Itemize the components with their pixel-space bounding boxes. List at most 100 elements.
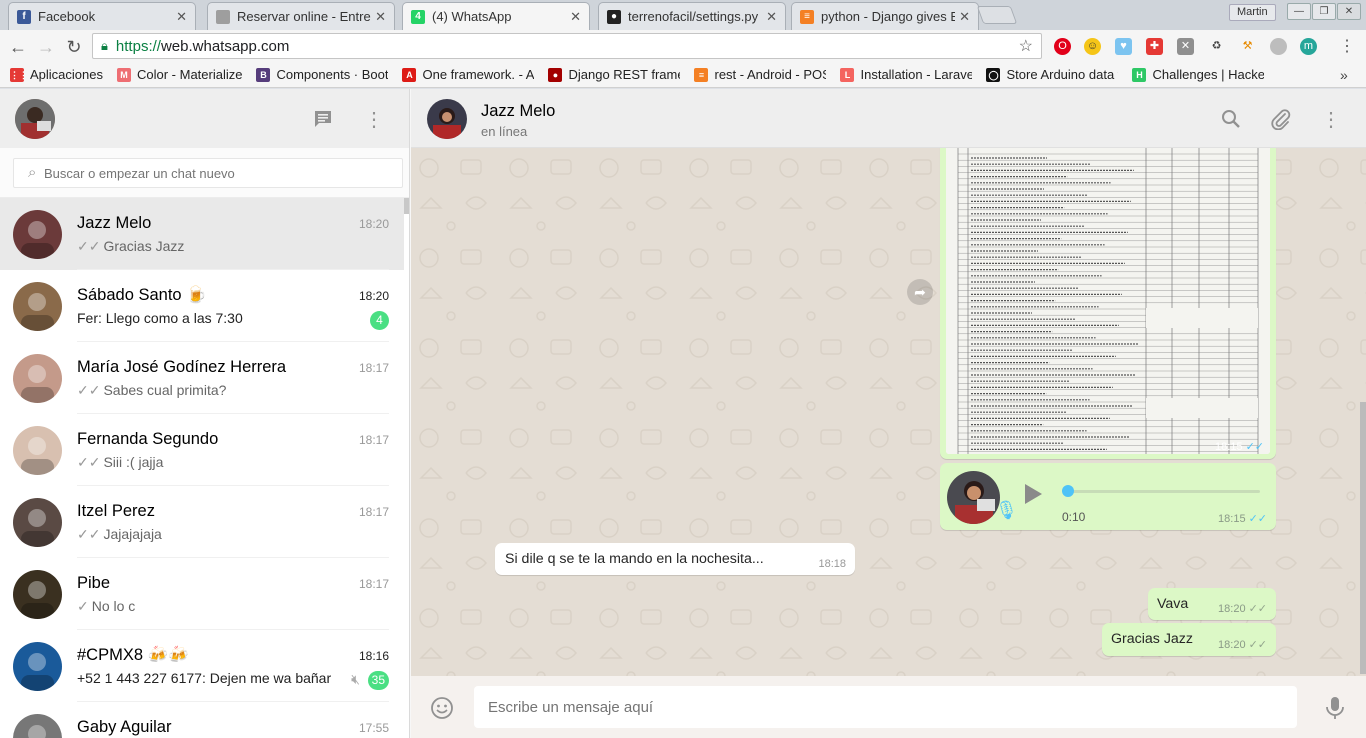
search-messages-icon[interactable] (1219, 107, 1243, 131)
document-photo[interactable] (946, 148, 1270, 454)
message-input-box[interactable] (474, 686, 1297, 728)
chat-name: Fernanda Segundo (77, 430, 219, 448)
audio-progress-track[interactable] (1068, 490, 1260, 493)
chat-last-message-text: +52 1 443 227 6177: Dejen me wa bañar (77, 670, 332, 686)
chat-time: 18:17 (358, 577, 389, 591)
close-tab-icon[interactable]: ✕ (375, 9, 386, 25)
contact-avatar[interactable] (427, 99, 467, 139)
chat-item-body: Itzel Perez 18:17 ✓✓ Jajajajaja (77, 486, 389, 558)
forward-message-icon[interactable]: ➦ (907, 279, 933, 305)
search-box[interactable]: ⌕ (13, 158, 403, 188)
delivered-ticks-icon: ✓✓ (77, 382, 101, 398)
outgoing-message[interactable]: Gracias Jazz 18:20 ✓✓ (1102, 623, 1276, 656)
more-bookmarks-button[interactable]: » (1340, 67, 1348, 83)
my-profile-avatar[interactable] (15, 99, 55, 139)
close-tab-icon[interactable]: ✕ (176, 9, 187, 25)
address-bar[interactable]: 🔒︎ https:// web.whatsapp.com ☆ (92, 33, 1042, 59)
message-input[interactable] (488, 698, 1268, 716)
chat-extension-icon[interactable] (1270, 38, 1287, 55)
bookmark-star-icon[interactable]: ☆ (1019, 36, 1033, 56)
bookmark-item[interactable]: ≡ rest - Android - POST (694, 67, 826, 82)
new-tab-button[interactable] (976, 6, 1018, 24)
puzzle-extension-icon[interactable]: ✚ (1146, 38, 1163, 55)
close-tab-icon[interactable]: ✕ (766, 9, 777, 25)
chat-avatar (13, 210, 62, 259)
lock-icon: 🔒︎ (101, 38, 108, 53)
sidebar-menu-icon[interactable]: ⋮ (362, 107, 386, 131)
chat-item-body: Fernanda Segundo 18:17 ✓✓ Siii :( jajja (77, 414, 389, 486)
voice-record-icon[interactable] (1322, 695, 1348, 721)
bookmark-item[interactable]: ⋮⋮ Aplicaciones (10, 67, 103, 82)
facebook-icon: f (17, 9, 31, 24)
new-chat-icon[interactable] (311, 107, 335, 131)
search-icon: ⌕ (28, 164, 37, 181)
emoji-icon[interactable] (429, 695, 455, 721)
outgoing-message[interactable]: Vava 18:20 ✓✓ (1148, 588, 1276, 620)
close-tab-icon[interactable]: ✕ (959, 9, 970, 25)
chat-name: Itzel Perez (77, 502, 155, 520)
bookmark-item[interactable]: B Components · Bootst (256, 67, 388, 82)
chat-item-body: Jazz Melo 18:20 ✓✓ Gracias Jazz (77, 198, 389, 270)
browser-menu-icon[interactable]: ⋮ (1336, 36, 1358, 58)
chat-item-body: María José Godínez Herrera 18:17 ✓✓ Sabes c… (77, 342, 389, 414)
browser-tab[interactable]: ● terrenofacil/settings.py ✕ (598, 2, 786, 30)
chat-list-item[interactable]: Itzel Perez 18:17 ✓✓ Jajajajaja (0, 486, 404, 558)
chat-list-item[interactable]: Gaby Aguilar 17:55 (0, 702, 404, 738)
bookmark-item[interactable]: ● Django REST framew (548, 67, 680, 82)
whatsapp-app: ⋮ ⌕ Jazz Melo18:20✓✓Gracias JazzSábado S… (0, 89, 1366, 738)
contact-name[interactable]: Jazz Melo (481, 102, 555, 121)
reload-button[interactable]: ↻ (63, 36, 85, 58)
recycle-extension-icon[interactable]: ♻ (1208, 38, 1225, 55)
play-audio-button[interactable] (1018, 479, 1048, 509)
maximize-window-button[interactable]: ❐ (1312, 3, 1336, 20)
chat-list-item[interactable]: María José Godínez Herrera 18:17 ✓✓ Sabes c… (0, 342, 404, 414)
incoming-message[interactable]: Si dile q se te la mando en la nochesita… (495, 543, 855, 575)
bookmark-item[interactable]: ◯ Store Arduino data to (986, 67, 1118, 82)
bookmark-label: Challenges | Hacker (1152, 67, 1265, 82)
minimize-window-button[interactable]: — (1287, 3, 1311, 20)
emoji-extension-icon[interactable]: ☺ (1084, 38, 1101, 55)
chat-sidebar: ⋮ ⌕ Jazz Melo18:20✓✓Gracias JazzSábado S… (0, 89, 410, 738)
image-message[interactable]: 18:15 ✓✓ (940, 148, 1276, 459)
chat-list-scrollbar[interactable] (404, 198, 409, 214)
attach-icon[interactable] (1269, 107, 1293, 131)
browser-tab[interactable]: ≡ python - Django gives B ✕ (791, 2, 979, 30)
chat-avatar (13, 570, 62, 619)
bookmark-item[interactable]: H Challenges | Hacker (1132, 67, 1264, 82)
unread-count-badge: 4 (370, 311, 389, 330)
contact-status: en línea (481, 124, 528, 139)
bookmark-item[interactable]: M Color - Materialize (117, 67, 242, 82)
close-window-button[interactable]: ✕ (1337, 3, 1361, 20)
m-extension-icon[interactable]: m (1300, 38, 1317, 55)
chat-last-message: ✓✓ Gracias Jazz (77, 238, 347, 255)
chat-list-item[interactable]: Pibe 18:17 ✓ No lo c (0, 558, 404, 630)
chat-last-message: ✓ No lo c (77, 598, 347, 615)
conversation-menu-icon[interactable]: ⋮ (1319, 107, 1343, 131)
chat-list-item[interactable]: Fernanda Segundo 18:17 ✓✓ Siii :( jajja (0, 414, 404, 486)
message-text: Gracias Jazz (1111, 631, 1193, 647)
chat-last-message: Fer: Llego como a las 7:30 (77, 310, 347, 326)
message-scrollbar[interactable] (1360, 402, 1366, 674)
hammer-extension-icon[interactable]: ⚒ (1239, 38, 1256, 55)
browser-profile-name[interactable]: Martin (1229, 4, 1276, 21)
opera-extension-icon[interactable]: O (1054, 38, 1071, 55)
browser-tab[interactable]: Reservar online - Entreg ✕ (207, 2, 395, 30)
search-input[interactable] (44, 165, 344, 181)
x-extension-icon[interactable]: ✕ (1177, 38, 1194, 55)
back-button[interactable]: ← (7, 36, 29, 58)
browser-tab[interactable]: f Facebook ✕ (8, 2, 196, 30)
bookmark-favicon-icon: B (256, 67, 271, 82)
heart-extension-icon[interactable]: ♥ (1115, 38, 1132, 55)
voice-message-meta: 18:15 ✓✓ (1218, 513, 1267, 525)
audio-progress-knob[interactable] (1062, 485, 1074, 497)
bookmark-item[interactable]: L Installation - Laravel (840, 67, 972, 82)
close-tab-icon[interactable]: ✕ (570, 9, 581, 25)
message-meta: 18:20 ✓✓ (1218, 639, 1267, 651)
bookmark-item[interactable]: A One framework. - An (402, 67, 534, 82)
read-ticks-icon: ✓✓ (1248, 513, 1267, 525)
browser-tab[interactable]: 4 (4) WhatsApp ✕ (402, 2, 590, 30)
chat-list-item[interactable]: Sábado Santo 🍺 18:20 Fer: Llego como a las… (0, 270, 404, 342)
chat-list-item[interactable]: Jazz Melo 18:20 ✓✓ Gracias Jazz (0, 198, 404, 270)
chat-list-item[interactable]: #CPMX8 🍻🍻 18:16 +52 1 443 227 6177: Dejen … (0, 630, 404, 702)
forward-button[interactable]: → (35, 36, 57, 58)
